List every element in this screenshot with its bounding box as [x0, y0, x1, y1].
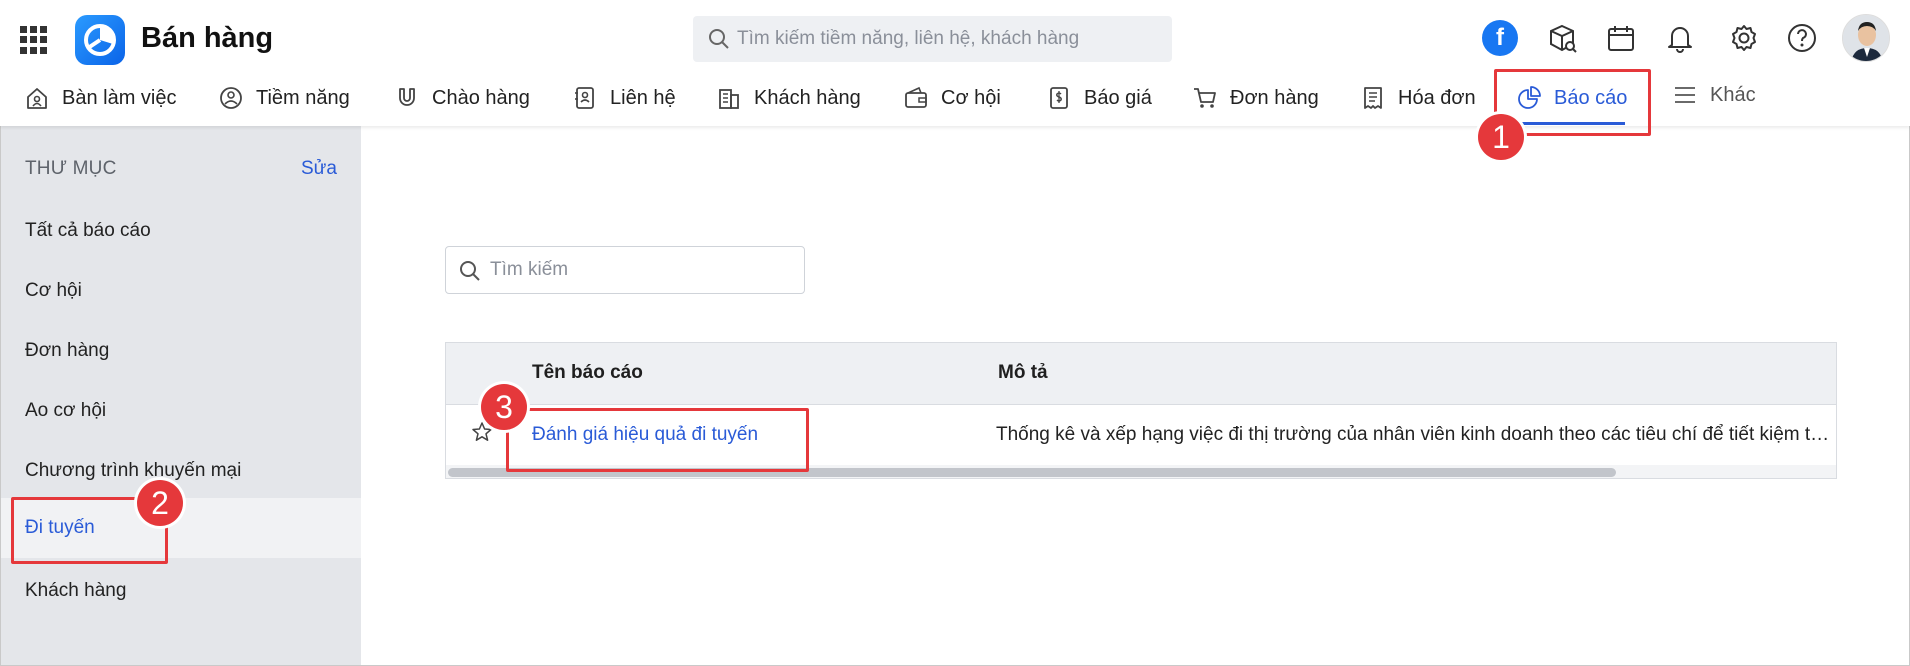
nav-item-bao-cao[interactable]: Báo cáo	[1516, 78, 1627, 118]
magnet-icon	[399, 88, 415, 106]
nav-item-khac[interactable]: Khác	[1672, 75, 1756, 115]
sidebar-item-khach-hang[interactable]: Khách hàng	[1, 561, 361, 621]
report-name-link[interactable]: Đánh giá hiệu quả đi tuyến	[532, 424, 758, 446]
edit-folders-link[interactable]: Sửa	[301, 158, 337, 180]
app-launcher-icon[interactable]	[20, 26, 48, 54]
sidebar-item-label: Đi tuyến	[25, 517, 95, 538]
report-search[interactable]	[445, 246, 805, 294]
sidebar-item-khuyen-mai[interactable]: Chương trình khuyến mại	[1, 441, 361, 501]
nav-item-label: Khách hàng	[754, 86, 861, 109]
step-badge-2: 2	[137, 480, 183, 526]
report-description: Thống kê và xếp hạng việc đi thị trường …	[996, 424, 1836, 445]
pie-chart-icon	[1518, 86, 1541, 109]
sidebar-item-label: Chương trình khuyến mại	[25, 460, 242, 481]
global-search-input[interactable]	[737, 16, 1157, 62]
sidebar-item-label: Khách hàng	[25, 580, 127, 601]
horizontal-scrollbar[interactable]	[446, 465, 1836, 478]
nav-item-label: Hóa đơn	[1398, 86, 1476, 109]
column-header-name[interactable]: Tên báo cáo	[532, 362, 643, 384]
sidebar-item-co-hoi[interactable]: Cơ hội	[1, 261, 361, 321]
app-logo-icon	[75, 15, 125, 65]
facebook-icon: f	[1482, 20, 1518, 56]
nav-item-label: Bàn làm việc	[62, 86, 177, 109]
nav-item-label: Cơ hội	[941, 86, 1001, 109]
nav-item-label: Chào hàng	[432, 86, 530, 109]
contact-card-icon	[575, 87, 594, 109]
main-nav: Bàn làm việc Tiềm năng Chào hàng Liên hệ…	[0, 75, 1910, 125]
report-search-input[interactable]	[490, 247, 790, 293]
facebook-button[interactable]: f	[1480, 18, 1520, 58]
nav-item-bao-gia[interactable]: Báo giá	[1046, 78, 1152, 118]
building-icon	[719, 89, 739, 109]
nav-item-label: Đơn hàng	[1230, 86, 1319, 109]
wallet-icon	[905, 86, 927, 108]
help-icon	[1788, 24, 1816, 52]
sidebar-item-label: Đơn hàng	[25, 340, 110, 361]
nav-item-label: Báo cáo	[1554, 86, 1628, 109]
nav-item-label: Khác	[1710, 83, 1756, 106]
sidebar-item-ao-co-hoi[interactable]: Ao cơ hội	[1, 381, 361, 441]
user-circle-icon	[220, 87, 242, 109]
bell-icon	[1668, 27, 1692, 53]
sidebar-item-label: Ao cơ hội	[25, 400, 107, 421]
active-tab-indicator	[1518, 122, 1625, 125]
sidebar-item-don-hang[interactable]: Đơn hàng	[1, 321, 361, 381]
table-row[interactable]: Đánh giá hiệu quả đi tuyến Thống kê và x…	[446, 405, 1836, 465]
dollar-document-icon	[1050, 87, 1068, 109]
help-button[interactable]	[1782, 18, 1822, 58]
folder-sidebar: THƯ MỤC Sửa Tất cả báo cáo Cơ hội Đơn hà…	[1, 126, 361, 665]
menu-icon	[1675, 87, 1695, 103]
nav-item-label: Liên hệ	[610, 86, 676, 109]
app-title: Bán hàng	[141, 22, 274, 54]
nav-item-tiem-nang[interactable]: Tiềm năng	[218, 78, 350, 118]
search-icon	[709, 29, 729, 49]
sidebar-item-all-reports[interactable]: Tất cả báo cáo	[1, 201, 361, 261]
gear-icon	[1732, 25, 1756, 51]
step-badge-3: 3	[481, 384, 527, 430]
nav-item-lien-he[interactable]: Liên hệ	[572, 78, 676, 118]
cart-icon	[1194, 88, 1216, 108]
calendar-icon	[1608, 26, 1634, 51]
nav-item-co-hoi[interactable]: Cơ hội	[903, 78, 1001, 118]
sidebar-item-label: Cơ hội	[25, 280, 82, 301]
calendar-button[interactable]	[1601, 18, 1641, 58]
nav-item-label: Báo giá	[1084, 86, 1152, 109]
report-table: Tên báo cáo Mô tả Đánh giá hiệu quả đi t…	[445, 342, 1837, 479]
nav-item-ban-lam-viec[interactable]: Bàn làm việc	[24, 78, 177, 118]
column-header-description[interactable]: Mô tả	[998, 362, 1048, 384]
home-icon	[27, 88, 47, 109]
nav-item-don-hang[interactable]: Đơn hàng	[1192, 78, 1319, 118]
top-bar: Bán hàng f Bàn làm việc	[0, 0, 1910, 126]
settings-button[interactable]	[1724, 18, 1764, 58]
user-avatar[interactable]	[1842, 14, 1890, 62]
table-header: Tên báo cáo Mô tả	[446, 343, 1836, 405]
global-search[interactable]	[693, 16, 1172, 62]
step-badge-1: 1	[1478, 114, 1524, 160]
sidebar-heading: THƯ MỤC	[25, 158, 117, 179]
product-search-button[interactable]	[1542, 18, 1582, 58]
sidebar-item-label: Tất cả báo cáo	[25, 220, 151, 241]
search-icon	[460, 261, 480, 281]
nav-item-hoa-don[interactable]: Hóa đơn	[1360, 78, 1476, 118]
nav-item-chao-hang[interactable]: Chào hàng	[394, 78, 530, 118]
box-search-icon	[1550, 24, 1577, 53]
nav-item-label: Tiềm năng	[256, 86, 350, 109]
scrollbar-thumb[interactable]	[448, 468, 1616, 477]
notifications-button[interactable]	[1660, 18, 1700, 58]
receipt-icon	[1364, 87, 1382, 109]
nav-item-khach-hang[interactable]: Khách hàng	[716, 78, 861, 118]
